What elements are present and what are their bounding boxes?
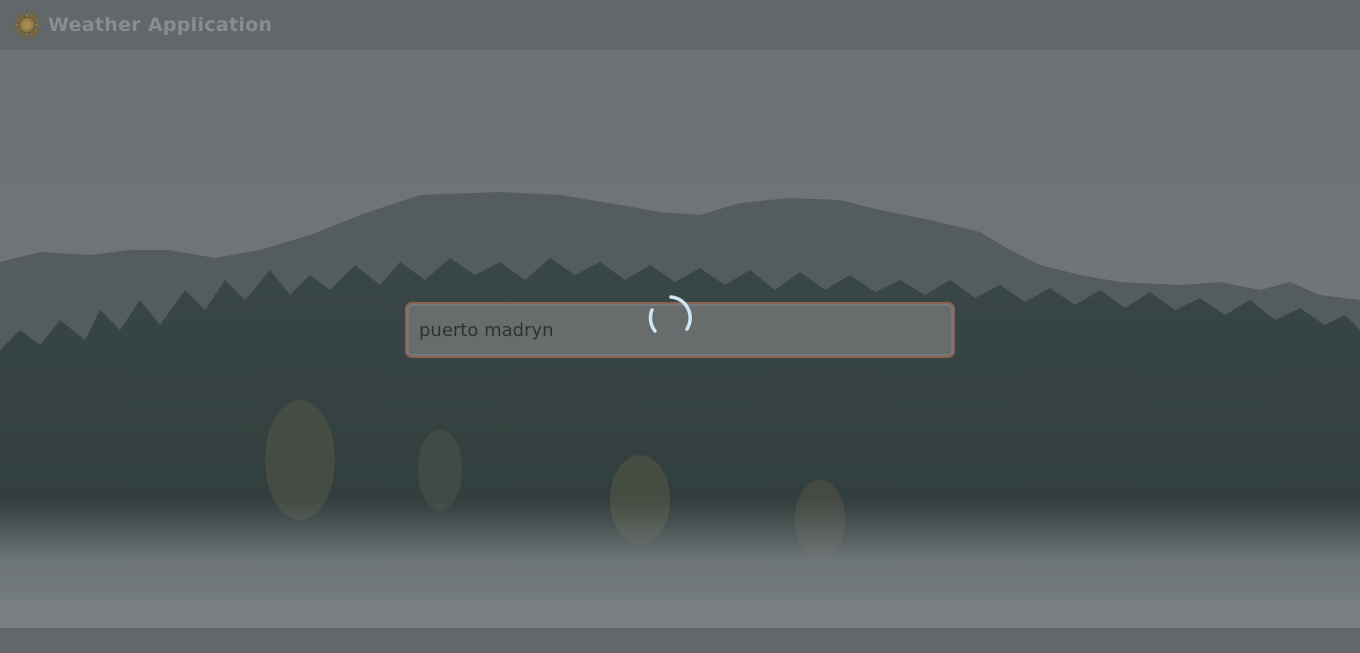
loading-spinner-icon bbox=[648, 295, 692, 333]
weather-app-page: Weather Application bbox=[0, 0, 1360, 653]
top-navbar: Weather Application bbox=[0, 0, 1360, 51]
sun-icon[interactable] bbox=[11, 9, 43, 41]
app-title[interactable]: Weather Application bbox=[48, 14, 272, 36]
